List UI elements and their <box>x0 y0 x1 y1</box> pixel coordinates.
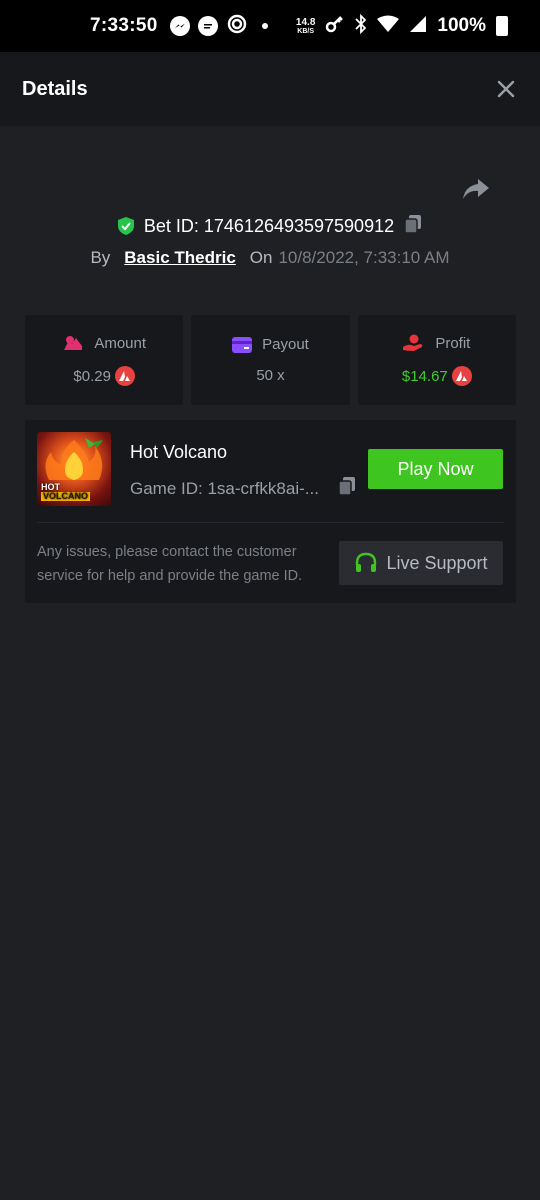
game-name: Hot Volcano <box>130 442 228 462</box>
bluetooth-icon <box>355 13 367 39</box>
by-label: By <box>90 248 111 267</box>
thumbnail-title: HOT VOLCANO <box>41 483 90 501</box>
stat-label: Amount <box>94 334 147 352</box>
support-hint-text: Any issues, please contact the customer … <box>37 544 303 584</box>
network-speed-unit: KB/S <box>297 27 315 35</box>
bet-date: 10/8/2022, 7:33:10 AM <box>278 248 450 267</box>
stat-value-profit: $14.67 <box>401 367 448 385</box>
status-time: 7:33:50 <box>90 15 158 36</box>
live-support-label: Live Support <box>386 552 488 573</box>
money-bag-icon <box>64 336 83 350</box>
stat-value-payout: 50 x <box>256 367 285 384</box>
game-id: Game ID: 1sa-crfkk8ai-... <box>130 478 319 498</box>
divider <box>37 522 504 523</box>
on-label: On <box>249 248 273 267</box>
hand-coin-icon <box>403 334 423 351</box>
game-card: HOT VOLCANO Hot Volcano Game ID: 1sa-crf… <box>25 420 516 603</box>
wifi-icon <box>377 15 400 38</box>
stat-value-amount: $0.29 <box>73 367 111 385</box>
headset-icon <box>356 552 377 572</box>
more-notifications-dot <box>261 23 268 29</box>
card-icon <box>232 336 253 353</box>
details-header: Details <box>0 52 540 126</box>
live-support-button[interactable]: Live Support <box>339 541 503 585</box>
stat-label: Profit <box>435 334 471 352</box>
stat-card-payout: Payout 50 x <box>191 315 350 405</box>
messenger-icon <box>169 16 190 36</box>
sync-icon <box>226 13 248 40</box>
stat-card-amount: Amount $0.29 <box>25 315 184 405</box>
copy-game-id-button[interactable] <box>336 475 358 502</box>
close-icon <box>497 80 515 98</box>
game-thumbnail[interactable]: HOT VOLCANO <box>37 432 111 506</box>
cell-signal-icon <box>409 15 427 38</box>
bet-id: Bet ID: 1746126493597590912 <box>143 215 395 236</box>
verified-shield-icon <box>117 217 134 235</box>
copy-icon <box>404 214 422 234</box>
system-icons: 14.8 KB/S 100% <box>295 13 508 39</box>
bet-stats: Amount $0.29 Payout 50 x Profit $14.67 <box>25 315 516 405</box>
close-button[interactable] <box>494 77 518 101</box>
avax-coin-icon <box>114 366 135 386</box>
notification-icons <box>169 13 268 40</box>
share-icon <box>463 179 489 199</box>
bet-author-row: By Basic Thedric On 10/8/2022, 7:33:10 A… <box>0 244 540 272</box>
share-button[interactable] <box>462 178 490 200</box>
network-speed-value: 14.8 <box>295 16 316 28</box>
network-speed: 14.8 KB/S <box>295 16 316 35</box>
play-now-button[interactable]: Play Now <box>368 449 503 489</box>
stat-label: Payout <box>262 336 309 353</box>
game-id-row: Game ID: 1sa-crfkk8ai-... <box>130 475 358 502</box>
copy-bet-id-button[interactable] <box>402 213 424 240</box>
user-link[interactable]: Basic Thedric <box>124 248 236 268</box>
battery-icon <box>496 16 508 36</box>
copy-icon <box>338 477 355 496</box>
bet-id-row: Bet ID: 1746126493597590912 <box>0 212 540 240</box>
battery-level: 100% <box>437 15 486 36</box>
status-bar: 7:33:50 14.8 KB/S 100% <box>0 0 540 52</box>
avax-coin-icon <box>451 366 472 386</box>
stat-card-profit: Profit $14.67 <box>357 315 516 405</box>
vpn-key-icon <box>325 14 345 39</box>
thumbnail-title-line2: VOLCANO <box>41 491 90 501</box>
page-title: Details <box>22 77 88 100</box>
chat-icon <box>197 16 218 36</box>
